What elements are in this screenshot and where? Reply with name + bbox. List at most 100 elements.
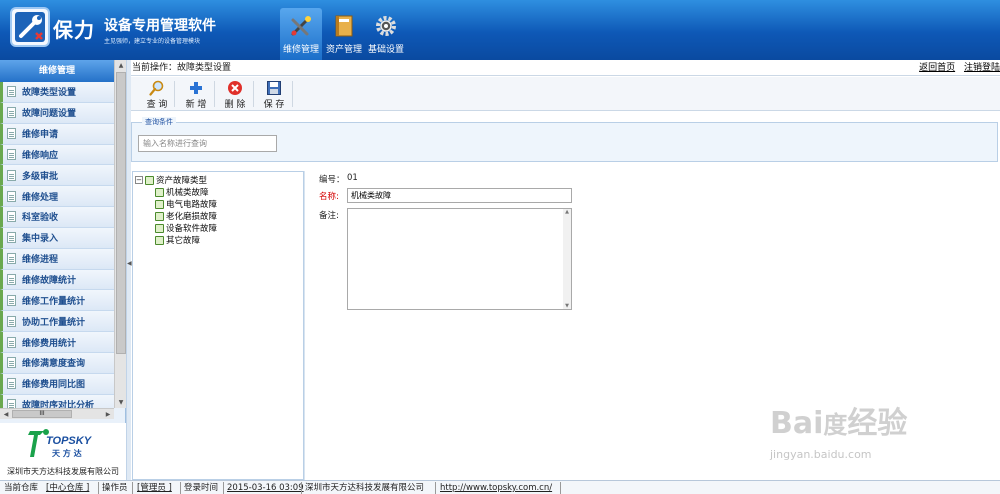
scroll-left-arrow-icon[interactable]: ◀ (0, 409, 12, 420)
add-button[interactable]: 新 增 (178, 79, 214, 110)
nav-label: 基础设置 (367, 45, 404, 55)
tree-node[interactable]: 电气电路故障 (155, 198, 217, 210)
sidebar-item-label: 维修满意度查询 (22, 359, 86, 370)
status-bar: 当前仓库 [中心仓库 ] 操作员 [管理员 ] 登录时间 2015-03-16 … (0, 480, 1000, 494)
tree-node-label: 设备软件故障 (166, 224, 218, 234)
nav-basic-settings[interactable]: 基础设置 (366, 8, 406, 60)
document-icon (7, 399, 16, 408)
query-conditions: 查询条件 (131, 117, 998, 162)
toolbar-divider (214, 81, 215, 107)
sidebar-item-batch-entry[interactable]: 集中录入 (0, 227, 114, 249)
tree-node[interactable]: 其它故障 (155, 234, 200, 246)
sidebar-item-workload-statistics[interactable]: 维修工作量统计 (0, 290, 114, 312)
tree-node-label: 机械类故障 (166, 188, 209, 198)
add-icon (190, 82, 202, 94)
toolbar-divider (253, 81, 254, 107)
sidebar-item-cost-yoy-chart[interactable]: 维修费用同比图 (0, 373, 114, 395)
sidebar-item-cost-statistics[interactable]: 维修费用统计 (0, 332, 114, 353)
sidebar-item-satisfaction-query[interactable]: 维修满意度查询 (0, 352, 114, 374)
name-label: 名称: (319, 192, 339, 202)
sidebar-item-department-acceptance[interactable]: 科室验收 (0, 207, 114, 228)
document-icon (7, 211, 16, 223)
operator-value[interactable]: [管理员 ] (137, 481, 172, 494)
sidebar-item-repair-request[interactable]: 维修申请 (0, 123, 114, 145)
sidebar-item-assist-workload-statistics[interactable]: 协助工作量统计 (0, 311, 114, 333)
company-block: TOPSKY 天 方 达 深圳市天方达科技发展有限公司 (0, 423, 126, 480)
sidebar-item-label: 维修故障统计 (22, 276, 77, 287)
tree-node-label: 其它故障 (166, 236, 201, 246)
warehouse-value[interactable]: [中心仓库 ] (46, 481, 89, 494)
sidebar-item-label: 科室验收 (22, 213, 59, 224)
remark-field[interactable] (347, 208, 572, 310)
gear-icon (376, 16, 396, 36)
toolbar-label: 保 存 (263, 100, 285, 110)
remark-scrollbar[interactable]: ▲ ▼ (563, 209, 571, 309)
document-icon (7, 86, 16, 98)
sidebar-item-repair-response[interactable]: 维修响应 (0, 144, 114, 166)
scroll-up-arrow-icon[interactable]: ▲ (563, 209, 571, 215)
document-icon (7, 378, 16, 390)
logout-link[interactable]: 注销登陆 (964, 63, 1000, 73)
nav-repair-management[interactable]: 维修管理 (280, 8, 322, 60)
sidebar: 维修管理 故障类型设置 故障问题设置 维修申请 维修响应 多级审批 维修处理 科… (0, 60, 126, 480)
sidebar-item-fault-issue-settings[interactable]: 故障问题设置 (0, 102, 114, 124)
company-url-link[interactable]: http://www.topsky.com.cn/ (440, 481, 552, 494)
sidebar-item-repair-progress[interactable]: 维修进程 (0, 248, 114, 270)
scrollbar-thumb[interactable] (116, 72, 126, 354)
code-value: 01 (347, 173, 358, 183)
sidebar-item-label: 故障时序对比分析 (22, 401, 95, 408)
brand-name: 保力 (53, 18, 95, 42)
sidebar-horizontal-scrollbar[interactable]: ◀ III ▶ (0, 408, 114, 419)
save-button[interactable]: 保 存 (256, 79, 292, 110)
breadcrumb-label: 当前操作：故障类型设置 (132, 63, 232, 73)
tree-node[interactable]: 机械类故障 (155, 186, 209, 198)
book-icon (335, 15, 353, 37)
sidebar-item-multi-level-approval[interactable]: 多级审批 (0, 165, 114, 187)
logo-text: TOPSKY (46, 435, 93, 447)
sidebar-item-label: 维修工作量统计 (22, 296, 86, 307)
document-icon (7, 357, 16, 369)
divider (132, 482, 133, 494)
app-logo (12, 9, 48, 45)
file-icon (155, 223, 164, 233)
document-icon (7, 336, 16, 348)
sidebar-item-fault-statistics[interactable]: 维修故障统计 (0, 269, 114, 291)
sidebar-item-repair-processing[interactable]: 维修处理 (0, 186, 114, 208)
sidebar-item-fault-type-settings[interactable]: 故障类型设置 (0, 82, 114, 103)
sidebar-item-label: 集中录入 (22, 234, 59, 245)
tree-node-label: 资产故障类型 (156, 176, 208, 186)
app-title: 设备专用管理软件 (104, 18, 216, 34)
toolbar: 查 询 新 增 删 除 保 存 (131, 77, 1000, 111)
sidebar-vertical-scrollbar[interactable]: ▲ ▼ (114, 60, 126, 408)
toolbar-divider (174, 81, 175, 107)
delete-button[interactable]: 删 除 (217, 79, 253, 110)
divider (223, 482, 224, 494)
sidebar-item-label: 故障类型设置 (22, 88, 77, 99)
divider (98, 482, 99, 494)
scrollbar-thumb[interactable]: III (12, 410, 72, 418)
sidebar-item-label: 维修申请 (22, 130, 59, 141)
document-icon (7, 232, 16, 244)
sidebar-item-fault-timing-analysis[interactable]: 故障时序对比分析 (0, 394, 114, 408)
search-input[interactable] (138, 135, 277, 152)
tree-collapse-icon[interactable]: − (135, 176, 143, 184)
nav-label: 资产管理 (325, 45, 362, 55)
scroll-right-arrow-icon[interactable]: ▶ (102, 409, 114, 420)
tree-node[interactable]: 老化磨损故障 (155, 210, 217, 222)
sidebar-menu: 故障类型设置 故障问题设置 维修申请 维修响应 多级审批 维修处理 科室验收 集… (0, 82, 114, 408)
toolbar-divider (292, 81, 293, 107)
toolbar-label: 删 除 (224, 100, 246, 110)
scroll-down-arrow-icon[interactable]: ▼ (563, 303, 571, 309)
sidebar-title: 维修管理 (0, 60, 114, 82)
nav-asset-management[interactable]: 资产管理 (324, 8, 364, 60)
back-home-link[interactable]: 返回首页 (919, 63, 955, 73)
logo-text-cn: 天 方 达 (52, 448, 82, 458)
name-field[interactable] (347, 188, 572, 203)
tools-icon (291, 16, 311, 36)
tree-root-node[interactable]: 资产故障类型 (145, 174, 207, 186)
document-icon (7, 274, 16, 286)
tree-node[interactable]: 设备软件故障 (155, 222, 217, 234)
query-button[interactable]: 查 询 (139, 79, 175, 110)
document-icon (7, 294, 16, 306)
login-time-label: 登录时间 (184, 483, 219, 493)
